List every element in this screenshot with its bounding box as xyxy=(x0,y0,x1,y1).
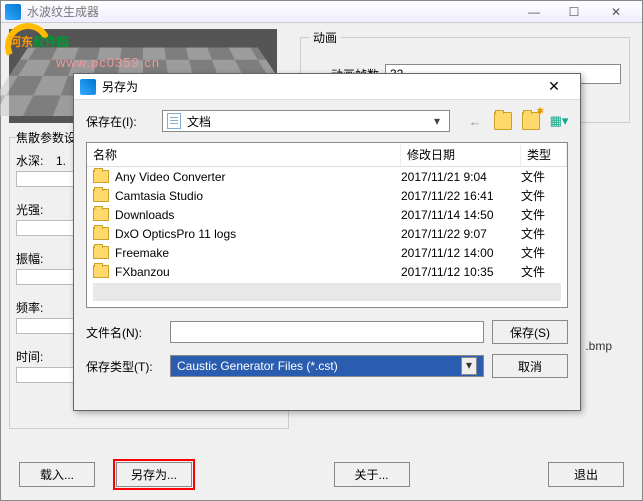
minimize-button[interactable]: — xyxy=(514,2,554,22)
main-window: 水波纹生成器 — ☐ ✕ 河东软件园 www.pc0359.cn 动画 动画帧数… xyxy=(0,0,643,501)
watermark-text: 河东软件园 xyxy=(9,21,69,53)
folder-icon xyxy=(93,170,109,183)
saveas-button[interactable]: 另存为... xyxy=(116,462,192,487)
frequency-label: 频率: xyxy=(16,299,56,316)
depth-label: 水深: xyxy=(16,152,56,169)
filetype-combo[interactable]: Caustic Generator Files (*.cst) ▾ xyxy=(170,355,484,377)
file-date: 2017/11/14 14:50 xyxy=(401,208,521,222)
view-menu-icon[interactable]: ▦▾ xyxy=(550,112,568,130)
new-folder-icon[interactable] xyxy=(522,112,540,130)
file-date: 2017/11/12 14:00 xyxy=(401,246,521,260)
file-list[interactable]: 名称 修改日期 类型 Any Video Converter2017/11/21… xyxy=(86,142,568,308)
file-date: 2017/11/21 9:04 xyxy=(401,170,521,184)
file-type: 文件 xyxy=(521,263,561,280)
amplitude-label: 振幅: xyxy=(16,250,56,267)
load-button[interactable]: 载入... xyxy=(19,462,95,487)
bottom-button-bar: 载入... 另存为... 关于... 退出 xyxy=(19,459,624,490)
dialog-icon xyxy=(80,79,96,95)
intensity-label: 光强: xyxy=(16,201,56,218)
file-type: 文件 xyxy=(521,168,561,185)
filetype-value: Caustic Generator Files (*.cst) xyxy=(177,359,338,373)
savein-value: 文档 xyxy=(187,113,429,130)
file-type: 文件 xyxy=(521,187,561,204)
dialog-titlebar: 另存为 ✕ xyxy=(74,74,580,100)
col-type[interactable]: 类型 xyxy=(521,143,567,166)
chevron-down-icon: ▾ xyxy=(461,357,477,375)
watermark-url: www.pc0359.cn xyxy=(56,55,160,70)
animation-legend: 动画 xyxy=(309,29,341,46)
extension-hint: .bmp xyxy=(585,339,612,353)
about-button[interactable]: 关于... xyxy=(334,462,410,487)
params-legend: 焦散参数设 xyxy=(16,129,76,146)
back-icon[interactable]: ← xyxy=(466,112,484,130)
main-title: 水波纹生成器 xyxy=(27,3,514,20)
exit-button[interactable]: 退出 xyxy=(548,462,624,487)
file-name: DxO OpticsPro 11 logs xyxy=(115,227,401,241)
up-folder-icon[interactable] xyxy=(494,112,512,130)
folder-icon xyxy=(93,265,109,278)
file-date: 2017/11/12 10:35 xyxy=(401,265,521,279)
dialog-close-button[interactable]: ✕ xyxy=(534,78,574,95)
file-type: 文件 xyxy=(521,225,561,242)
savein-label: 保存在(I): xyxy=(86,113,156,130)
close-button[interactable]: ✕ xyxy=(594,2,638,22)
saveas-dialog: 另存为 ✕ 保存在(I): 文档 ▾ ← ▦▾ 名称 修改日期 类型 xyxy=(73,73,581,411)
file-name: Any Video Converter xyxy=(115,170,401,184)
list-item[interactable] xyxy=(93,283,561,301)
list-item[interactable]: Downloads2017/11/14 14:50文件 xyxy=(87,205,567,224)
file-name: Camtasia Studio xyxy=(115,189,401,203)
col-date[interactable]: 修改日期 xyxy=(401,143,521,166)
file-date: 2017/11/22 9:07 xyxy=(401,227,521,241)
documents-icon xyxy=(167,113,181,129)
time-label: 时间: xyxy=(16,348,56,365)
list-item[interactable]: Any Video Converter2017/11/21 9:04文件 xyxy=(87,167,567,186)
folder-icon xyxy=(93,189,109,202)
savein-row: 保存在(I): 文档 ▾ ← ▦▾ xyxy=(74,100,580,138)
saveas-highlight: 另存为... xyxy=(113,459,195,490)
list-item[interactable]: Freemake2017/11/12 14:00文件 xyxy=(87,243,567,262)
list-item[interactable]: FXbanzou2017/11/12 10:35文件 xyxy=(87,262,567,281)
folder-icon xyxy=(93,246,109,259)
folder-icon xyxy=(93,227,109,240)
file-name: Downloads xyxy=(115,208,401,222)
file-type: 文件 xyxy=(521,244,561,261)
maximize-button[interactable]: ☐ xyxy=(554,2,594,22)
folder-icon xyxy=(93,208,109,221)
file-name: Freemake xyxy=(115,246,401,260)
save-button[interactable]: 保存(S) xyxy=(492,320,568,344)
file-date: 2017/11/22 16:41 xyxy=(401,189,521,203)
file-list-header: 名称 修改日期 类型 xyxy=(87,143,567,167)
list-item[interactable]: DxO OpticsPro 11 logs2017/11/22 9:07文件 xyxy=(87,224,567,243)
col-name[interactable]: 名称 xyxy=(87,143,401,166)
chevron-down-icon: ▾ xyxy=(429,114,445,128)
filename-input[interactable] xyxy=(170,321,484,343)
list-item[interactable]: Camtasia Studio2017/11/22 16:41文件 xyxy=(87,186,567,205)
filename-label: 文件名(N): xyxy=(86,324,162,341)
savein-combo[interactable]: 文档 ▾ xyxy=(162,110,450,132)
dialog-title: 另存为 xyxy=(102,78,534,95)
main-titlebar: 水波纹生成器 — ☐ ✕ xyxy=(1,1,642,23)
file-type: 文件 xyxy=(521,206,561,223)
filetype-label: 保存类型(T): xyxy=(86,358,162,375)
cancel-button[interactable]: 取消 xyxy=(492,354,568,378)
file-name: FXbanzou xyxy=(115,265,401,279)
app-icon xyxy=(5,4,21,20)
